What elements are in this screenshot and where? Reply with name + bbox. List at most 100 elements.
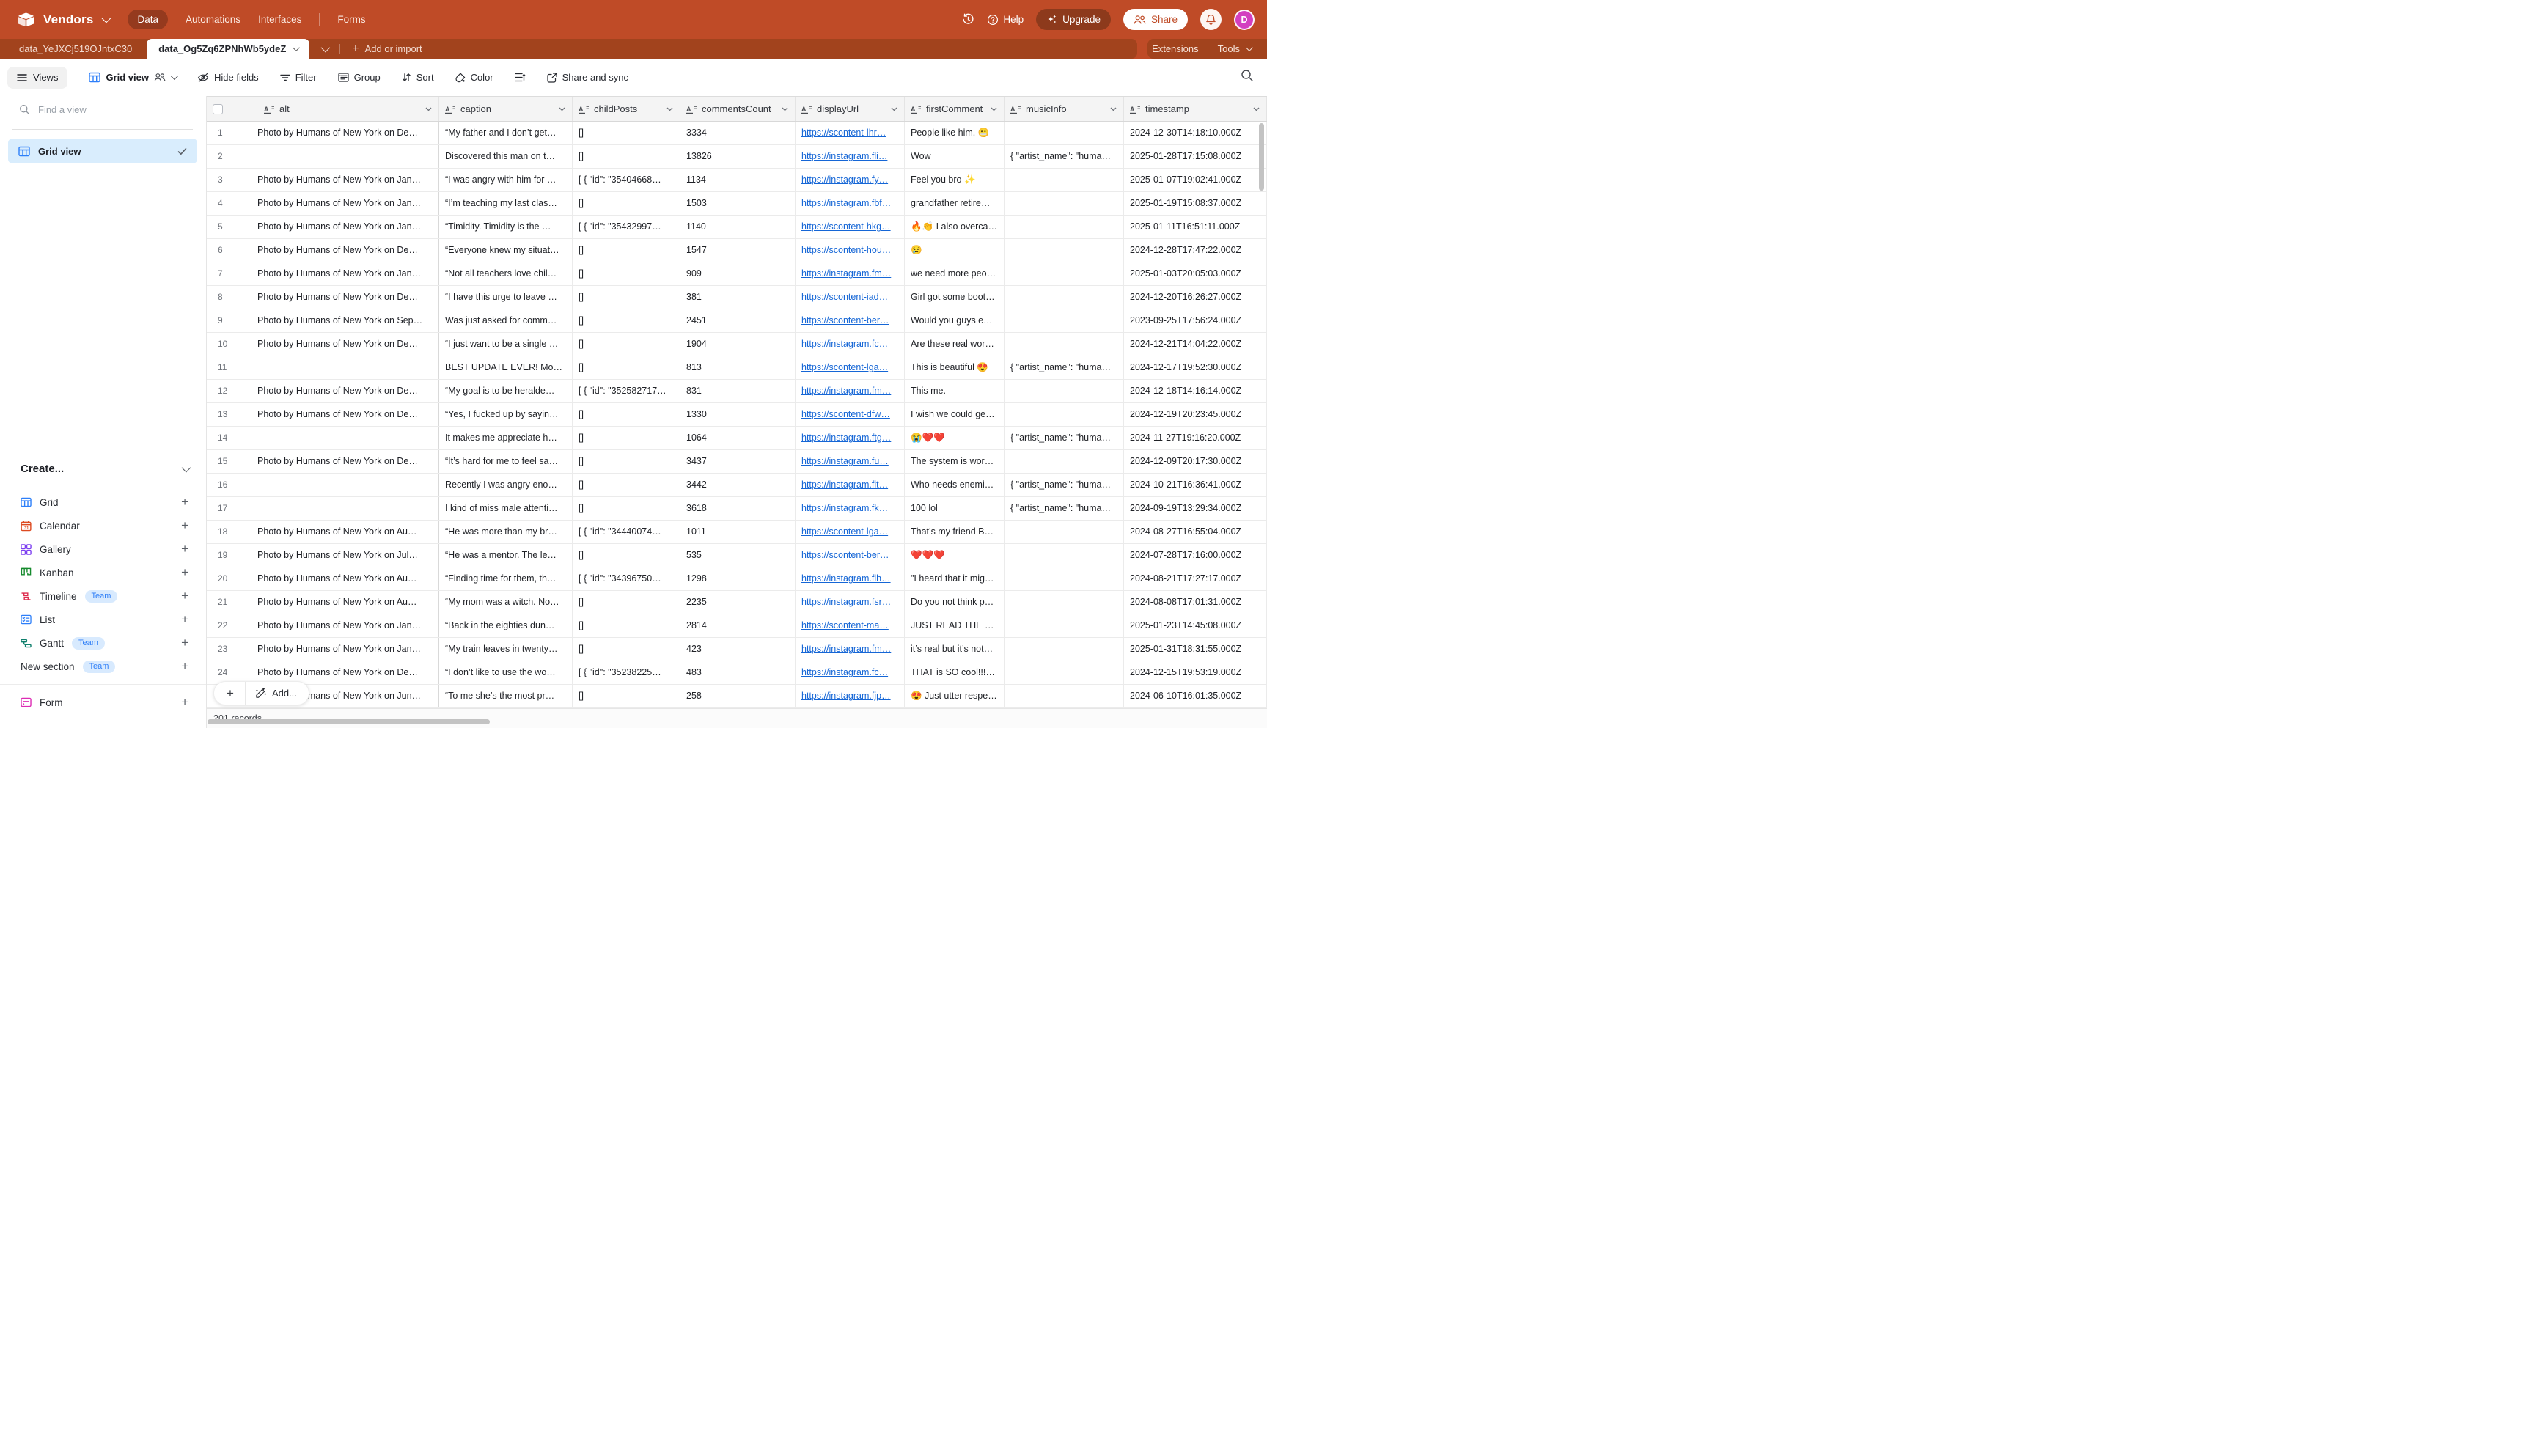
table-row[interactable]: 23Photo by Humans of New York on Jan…“My… xyxy=(207,638,1267,661)
tools-button[interactable]: Tools xyxy=(1218,43,1251,54)
cell-musicInfo[interactable] xyxy=(1005,286,1124,309)
cell-musicInfo[interactable] xyxy=(1005,192,1124,215)
column-header-caption[interactable]: Acaption xyxy=(439,97,573,121)
cell-childPosts[interactable]: [] xyxy=(573,497,680,520)
cell-link-displayUrl[interactable]: https://scontent-lga… xyxy=(796,521,905,543)
cell-firstComment[interactable]: This me. xyxy=(905,380,1005,402)
find-view-input[interactable] xyxy=(38,104,170,115)
cell-timestamp[interactable]: 2024-08-08T17:01:31.000Z xyxy=(1124,591,1267,614)
cell-childPosts[interactable]: [ { "id": "34396750… xyxy=(573,567,680,590)
chevron-down-icon[interactable] xyxy=(666,107,673,111)
cell-musicInfo[interactable] xyxy=(1005,309,1124,332)
sidebar-item-list[interactable]: List+ xyxy=(0,608,206,631)
cell-link-displayUrl[interactable]: https://instagram.fm… xyxy=(796,380,905,402)
cell-firstComment[interactable]: Would you guys e… xyxy=(905,309,1005,332)
cell-alt[interactable]: 11 xyxy=(207,356,439,379)
cell-caption[interactable]: Was just asked for comm… xyxy=(439,309,573,332)
plus-icon[interactable]: + xyxy=(181,589,188,603)
add-with-ai-button[interactable]: Add... xyxy=(246,688,309,699)
plus-icon[interactable]: + xyxy=(181,636,188,650)
cell-link-displayUrl[interactable]: https://scontent-lhr… xyxy=(796,122,905,144)
cell-firstComment[interactable]: I wish we could ge… xyxy=(905,403,1005,426)
cell-caption[interactable]: “My mom was a witch. No… xyxy=(439,591,573,614)
cell-childPosts[interactable]: [] xyxy=(573,614,680,637)
cell-musicInfo[interactable] xyxy=(1005,216,1124,238)
cell-commentsCount[interactable]: 2451 xyxy=(680,309,796,332)
cell-timestamp[interactable]: 2025-01-28T17:15:08.000Z xyxy=(1124,145,1267,168)
cell-childPosts[interactable]: [ { "id": "352582717… xyxy=(573,380,680,402)
cell-alt[interactable]: 19Photo by Humans of New York on Jul… xyxy=(207,544,439,567)
cell-caption[interactable]: Discovered this man on t… xyxy=(439,145,573,168)
cell-alt[interactable]: 7Photo by Humans of New York on Jan… xyxy=(207,262,439,285)
cell-childPosts[interactable]: [] xyxy=(573,450,680,473)
cell-commentsCount[interactable]: 2814 xyxy=(680,614,796,637)
sidebar-item-grid[interactable]: Grid+ xyxy=(0,490,206,514)
cell-musicInfo[interactable] xyxy=(1005,567,1124,590)
cell-commentsCount[interactable]: 1298 xyxy=(680,567,796,590)
select-all-checkbox[interactable] xyxy=(213,104,223,114)
cell-childPosts[interactable]: [] xyxy=(573,192,680,215)
cell-link-displayUrl[interactable]: https://scontent-lga… xyxy=(796,356,905,379)
sidebar-item-calendar[interactable]: 31Calendar+ xyxy=(0,514,206,537)
cell-timestamp[interactable]: 2024-10-21T16:36:41.000Z xyxy=(1124,474,1267,496)
cell-link-displayUrl[interactable]: https://instagram.ftg… xyxy=(796,427,905,449)
plus-icon[interactable]: + xyxy=(181,695,188,710)
cell-childPosts[interactable]: [] xyxy=(573,286,680,309)
cell-caption[interactable]: “I was angry with him for … xyxy=(439,169,573,191)
cell-commentsCount[interactable]: 3334 xyxy=(680,122,796,144)
cell-link-displayUrl[interactable]: https://scontent-hkg… xyxy=(796,216,905,238)
cell-alt[interactable]: 3Photo by Humans of New York on Jan… xyxy=(207,169,439,191)
cell-caption[interactable]: “My goal is to be heralde… xyxy=(439,380,573,402)
cell-caption[interactable]: “Not all teachers love chil… xyxy=(439,262,573,285)
cell-alt[interactable]: 16 xyxy=(207,474,439,496)
cell-commentsCount[interactable]: 2235 xyxy=(680,591,796,614)
cell-caption[interactable]: Recently I was angry eno… xyxy=(439,474,573,496)
share-button[interactable]: Share xyxy=(1123,9,1188,30)
cell-firstComment[interactable]: Who needs enemi… xyxy=(905,474,1005,496)
color-button[interactable]: Color xyxy=(455,72,493,83)
chevron-down-icon[interactable] xyxy=(102,14,111,23)
add-or-import-button[interactable]: + Add or import xyxy=(352,43,422,55)
table-tab-inactive[interactable]: data_YeJXCj519OJntxC30 xyxy=(0,43,147,54)
cell-musicInfo[interactable] xyxy=(1005,521,1124,543)
cell-firstComment[interactable]: The system is wor… xyxy=(905,450,1005,473)
share-and-sync-button[interactable]: Share and sync xyxy=(547,72,628,83)
cell-caption[interactable]: “My train leaves in twenty… xyxy=(439,638,573,661)
chevron-down-icon[interactable] xyxy=(891,107,897,111)
cell-musicInfo[interactable] xyxy=(1005,333,1124,356)
cell-firstComment[interactable]: Feel you bro ✨ xyxy=(905,169,1005,191)
cell-link-displayUrl[interactable]: https://instagram.fy… xyxy=(796,169,905,191)
table-row[interactable]: 10Photo by Humans of New York on De…“I j… xyxy=(207,333,1267,356)
cell-firstComment[interactable]: ❤️❤️❤️ xyxy=(905,544,1005,567)
plus-icon[interactable]: + xyxy=(181,542,188,556)
plus-icon[interactable]: + xyxy=(181,518,188,533)
add-record-button[interactable]: + xyxy=(214,682,246,705)
table-row[interactable]: 2Discovered this man on t…[]13826https:/… xyxy=(207,145,1267,169)
cell-musicInfo[interactable] xyxy=(1005,591,1124,614)
cell-caption[interactable]: “I just want to be a single … xyxy=(439,333,573,356)
cell-caption[interactable]: “Finding time for them, th… xyxy=(439,567,573,590)
cell-firstComment[interactable]: Are these real wor… xyxy=(905,333,1005,356)
cell-link-displayUrl[interactable]: https://scontent-hou… xyxy=(796,239,905,262)
cell-childPosts[interactable]: [ { "id": "34440074… xyxy=(573,521,680,543)
table-row[interactable]: 13Photo by Humans of New York on De…“Yes… xyxy=(207,403,1267,427)
cell-caption[interactable]: It makes me appreciate h… xyxy=(439,427,573,449)
cell-firstComment[interactable]: Wow xyxy=(905,145,1005,168)
cell-link-displayUrl[interactable]: https://instagram.fc… xyxy=(796,661,905,684)
cell-caption[interactable]: “To me she’s the most pr… xyxy=(439,685,573,707)
table-row[interactable]: 21Photo by Humans of New York on Au…“My … xyxy=(207,591,1267,614)
cell-firstComment[interactable]: That’s my friend B… xyxy=(905,521,1005,543)
table-row[interactable]: 25Photo by Humans of New York on Jun…“To… xyxy=(207,685,1267,708)
sidebar-item-gallery[interactable]: Gallery+ xyxy=(0,537,206,561)
table-row[interactable]: 7Photo by Humans of New York on Jan…“Not… xyxy=(207,262,1267,286)
cell-link-displayUrl[interactable]: https://instagram.fu… xyxy=(796,450,905,473)
cell-timestamp[interactable]: 2024-08-27T16:55:04.000Z xyxy=(1124,521,1267,543)
table-row[interactable]: 9Photo by Humans of New York on Sep…Was … xyxy=(207,309,1267,333)
table-row[interactable]: 16Recently I was angry eno…[]3442https:/… xyxy=(207,474,1267,497)
cell-link-displayUrl[interactable]: https://instagram.fm… xyxy=(796,262,905,285)
cell-timestamp[interactable]: 2024-12-17T19:52:30.000Z xyxy=(1124,356,1267,379)
cell-link-displayUrl[interactable]: https://instagram.fk… xyxy=(796,497,905,520)
chevron-down-icon[interactable] xyxy=(293,44,300,51)
cell-musicInfo[interactable]: { "artist_name": "huma… xyxy=(1005,497,1124,520)
cell-timestamp[interactable]: 2024-12-09T20:17:30.000Z xyxy=(1124,450,1267,473)
